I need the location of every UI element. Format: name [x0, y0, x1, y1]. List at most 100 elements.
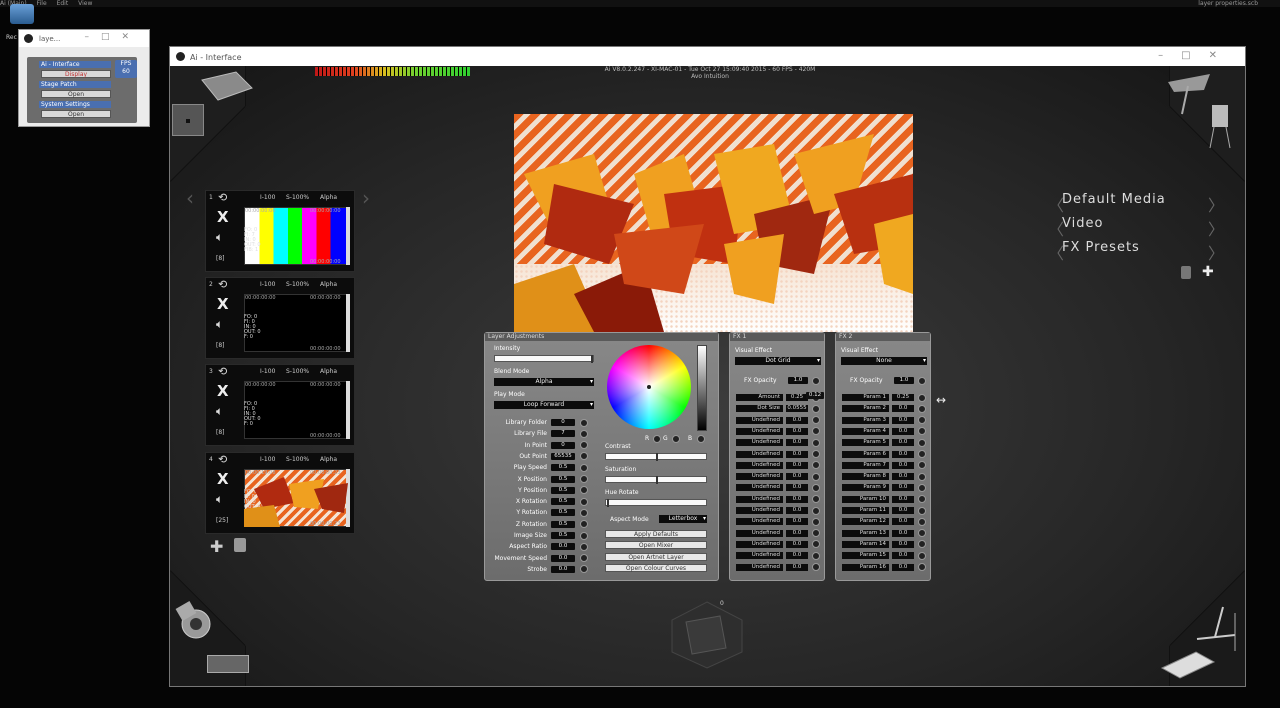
- red-knob[interactable]: [653, 435, 661, 443]
- fx-param-value[interactable]: 0.0: [892, 529, 914, 537]
- param-knob[interactable]: [580, 565, 588, 574]
- fx-param-knob[interactable]: [918, 506, 926, 515]
- param-value[interactable]: 0.0: [551, 565, 575, 573]
- layer-scrollbar[interactable]: [346, 294, 350, 352]
- fx-param-value[interactable]: 0.0: [786, 529, 808, 537]
- param-knob[interactable]: [580, 554, 588, 563]
- speaker-icon[interactable]: 🔈︎: [216, 492, 223, 507]
- layer-scrollbar[interactable]: [346, 381, 350, 439]
- fx-param-value[interactable]: 0.0: [786, 461, 808, 469]
- param-value[interactable]: 0.5: [551, 509, 575, 517]
- fx-param-value[interactable]: 0.0: [786, 552, 808, 560]
- fx-param-knob[interactable]: [812, 529, 820, 538]
- contrast-handle[interactable]: [656, 453, 658, 461]
- fx1-opacity-knob[interactable]: [812, 377, 820, 385]
- fx-param-knob[interactable]: [812, 472, 820, 481]
- fx-param-value[interactable]: 0.0: [892, 484, 914, 492]
- param-value[interactable]: 0.0: [551, 543, 575, 551]
- param-knob[interactable]: [580, 429, 588, 438]
- fx-param-value[interactable]: 0.0: [786, 507, 808, 514]
- fx-param-knob[interactable]: [812, 483, 820, 492]
- fx-param-value[interactable]: 0.0: [892, 507, 914, 514]
- param-value[interactable]: 0.5: [551, 475, 575, 483]
- layers-next-chevron[interactable]: ›: [362, 186, 370, 210]
- fx-param-knob[interactable]: [812, 551, 820, 560]
- clear-layer-icon[interactable]: X: [217, 208, 229, 226]
- param-knob[interactable]: [580, 497, 588, 506]
- camera-icon[interactable]: [172, 596, 216, 642]
- param-knob[interactable]: [580, 520, 588, 529]
- fx-param-knob[interactable]: [812, 404, 820, 413]
- recycle-bin-icon[interactable]: [10, 4, 34, 24]
- window-controls[interactable]: –□✕: [84, 32, 141, 42]
- param-value[interactable]: 0: [551, 441, 575, 449]
- fx-param-value[interactable]: 0.0: [786, 450, 808, 458]
- menu-file[interactable]: File: [37, 0, 47, 7]
- fx-param-value[interactable]: 0.0: [786, 473, 808, 481]
- fx-param-value[interactable]: 0.0: [892, 552, 914, 560]
- saturation-handle[interactable]: [656, 476, 658, 484]
- fx-param-value[interactable]: 0.0: [892, 563, 914, 571]
- rig-icon[interactable]: [1160, 70, 1240, 150]
- layer-3[interactable]: 3 ⟲ I-100 S-100% Alpha X 🔈︎ [8] 00:00:00:00 00:00…: [205, 364, 355, 446]
- fx1-effect-select[interactable]: Dot Grid: [735, 357, 821, 365]
- keyboard-icon[interactable]: [1160, 650, 1216, 680]
- fx-param-value[interactable]: 0.0: [786, 484, 808, 492]
- fx-param-knob[interactable]: [812, 427, 820, 436]
- loop-icon[interactable]: ⟲: [218, 191, 227, 204]
- fx-param-value[interactable]: 0.0: [786, 495, 808, 503]
- fx-param-value[interactable]: 0.0: [892, 416, 914, 424]
- param-value[interactable]: 65535: [551, 452, 575, 460]
- fx-param-value[interactable]: 0.0: [892, 439, 914, 447]
- intensity-handle[interactable]: [591, 355, 593, 363]
- fx2-opacity-knob[interactable]: [918, 377, 926, 385]
- hue-rotate-slider[interactable]: [605, 499, 707, 507]
- param-knob[interactable]: [580, 508, 588, 517]
- clear-layer-icon[interactable]: X: [217, 470, 229, 488]
- screen-icon[interactable]: [196, 70, 256, 104]
- fx-param-knob[interactable]: [918, 461, 926, 470]
- blend-mode-select[interactable]: Alpha: [494, 378, 594, 386]
- fx-param-knob[interactable]: [812, 540, 820, 549]
- fx2-opacity-value[interactable]: 1.0: [894, 377, 914, 384]
- output-toggle-icon[interactable]: [207, 655, 249, 673]
- open-colour-curves-button[interactable]: Open Colour Curves: [605, 564, 707, 572]
- param-knob[interactable]: [580, 542, 588, 551]
- fx-param-value[interactable]: 0.0: [786, 439, 808, 447]
- loop-icon[interactable]: ⟲: [218, 453, 227, 466]
- menu-view[interactable]: View: [78, 0, 92, 7]
- fx-param-value[interactable]: 0.0: [892, 427, 914, 435]
- fx-param-knob[interactable]: [918, 427, 926, 436]
- param-value[interactable]: 0.5: [551, 486, 575, 494]
- speaker-icon[interactable]: 🔈︎: [216, 230, 223, 245]
- system-settings-open-button[interactable]: Open: [41, 110, 111, 118]
- fx-param-knob[interactable]: [812, 438, 820, 447]
- fx-param-value[interactable]: 0.0: [892, 473, 914, 481]
- fx-param-value[interactable]: 0.25: [786, 394, 808, 401]
- speaker-icon[interactable]: 🔈︎: [216, 404, 223, 419]
- layer-4[interactable]: 4 ⟲ I-100 S-100% Alpha X 🔈︎ [25] 00:00:19:08 00:0…: [205, 452, 355, 534]
- fx-param-value[interactable]: 0.0: [892, 518, 914, 526]
- apply-defaults-button[interactable]: Apply Defaults: [605, 530, 707, 538]
- fx-param-knob[interactable]: [918, 529, 926, 538]
- fx-param-value[interactable]: 0.0: [786, 427, 808, 435]
- fx-param-knob[interactable]: [918, 472, 926, 481]
- menu-edit[interactable]: Edit: [57, 0, 69, 7]
- fx-param-knob[interactable]: [918, 483, 926, 492]
- menu-video[interactable]: Video: [1062, 216, 1103, 231]
- param-knob[interactable]: [580, 452, 588, 461]
- param-value[interactable]: 0.5: [551, 498, 575, 506]
- fx-param-knob[interactable]: [812, 450, 820, 458]
- output-icon[interactable]: [172, 104, 204, 136]
- loop-icon[interactable]: ⟲: [218, 278, 227, 291]
- fx-param-knob[interactable]: [918, 495, 926, 504]
- lighting-icon[interactable]: [1195, 603, 1239, 655]
- green-knob[interactable]: [672, 435, 680, 443]
- param-knob[interactable]: [580, 475, 588, 483]
- layer-1[interactable]: 1 ⟲ I-100 S-100% Alpha X 🔈︎ [8] 00:00:00:00 00:00…: [205, 190, 355, 272]
- param-value[interactable]: 0.5: [551, 532, 575, 539]
- fx-param-value[interactable]: 0.0: [786, 416, 808, 424]
- display-button[interactable]: Display: [41, 70, 111, 78]
- contrast-slider[interactable]: [605, 453, 707, 461]
- param-knob[interactable]: [580, 418, 588, 427]
